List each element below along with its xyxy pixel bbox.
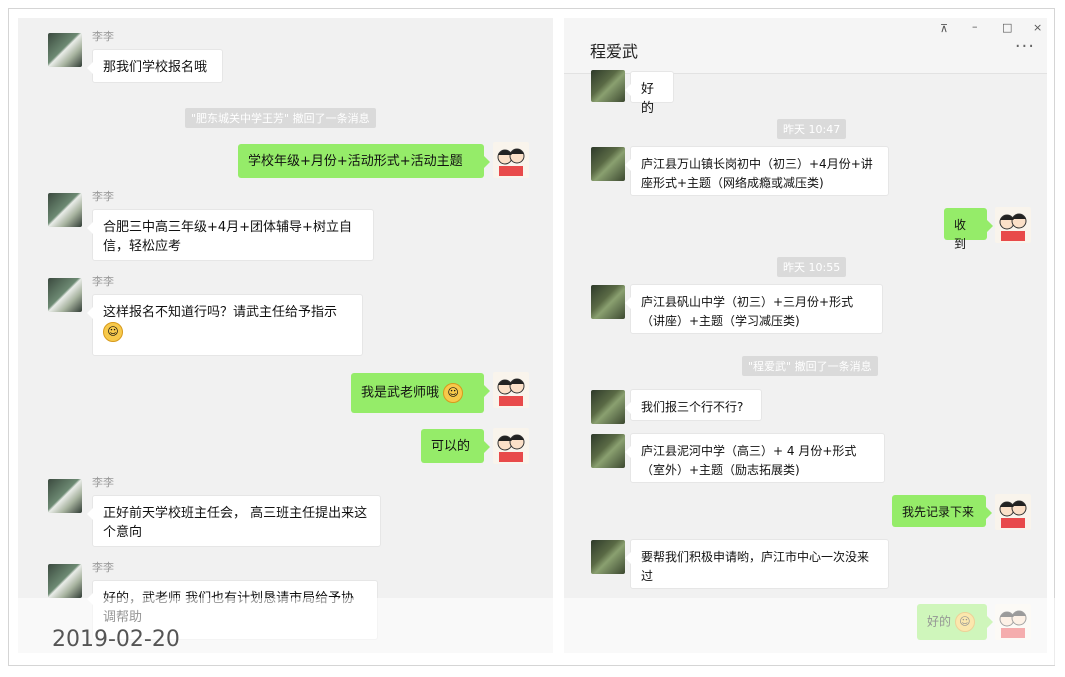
timestamp: 昨天 10:55 bbox=[777, 257, 847, 277]
close-button[interactable]: × bbox=[1033, 21, 1042, 34]
message-bubble[interactable]: 庐江县泥河中学（高三）+ 4 月份+形式（室外）+主题（励志拓展类) bbox=[625, 433, 885, 483]
message-text: 我是武老师哦 bbox=[361, 385, 440, 401]
sender-name: 李李 bbox=[92, 275, 114, 288]
avatar-me[interactable] bbox=[493, 428, 529, 464]
sender-name: 李李 bbox=[92, 476, 114, 489]
avatar-me[interactable] bbox=[995, 207, 1031, 243]
message-bubble[interactable]: 庐江县万山镇长岗初中（初三）+4月份+讲座形式+主题（网络成瘾或减压类) bbox=[625, 146, 889, 196]
message-bubble[interactable]: 庐江县矾山中学（初三）+三月份+形式（讲座）+主题（学习减压类) bbox=[625, 284, 883, 334]
message-bubble[interactable]: 那我们学校报名哦 bbox=[87, 49, 223, 83]
sender-name: 李李 bbox=[92, 30, 114, 43]
system-message: "程爱武" 撤回了一条消息 bbox=[742, 356, 878, 376]
message-bubble-me[interactable]: 我先记录下来 bbox=[892, 495, 992, 527]
more-options-icon[interactable]: ··· bbox=[1015, 36, 1035, 57]
avatar[interactable] bbox=[48, 278, 82, 312]
avatar[interactable] bbox=[48, 33, 82, 67]
face-grin-icon: ☺ bbox=[103, 322, 123, 342]
minimize-button[interactable]: – bbox=[972, 20, 978, 33]
avatar[interactable] bbox=[591, 147, 625, 181]
sender-name: 李李 bbox=[92, 561, 114, 574]
timestamp: 昨天 10:47 bbox=[777, 119, 847, 139]
message-bubble[interactable]: 要帮我们积极申请哟，庐江市中心一次没来过 bbox=[625, 539, 889, 589]
chat-title: 程爱武 bbox=[590, 42, 639, 61]
avatar-me[interactable] bbox=[995, 494, 1031, 530]
avatar-me[interactable] bbox=[493, 372, 529, 408]
right-chat-panel: 程爱武 ··· ⊼ – □ × 好的 昨天 10:47 庐江县万山镇长岗初中（初… bbox=[564, 18, 1047, 653]
date-stamp: 2019-02-20 bbox=[52, 627, 180, 652]
avatar[interactable] bbox=[591, 434, 625, 468]
avatar[interactable] bbox=[48, 564, 82, 598]
avatar[interactable] bbox=[48, 193, 82, 227]
message-bubble-me[interactable]: 学校年级+月份+活动形式+活动主题 bbox=[238, 144, 490, 178]
pin-icon[interactable]: ⊼ bbox=[940, 22, 948, 35]
avatar[interactable] bbox=[591, 540, 625, 574]
sender-name: 李李 bbox=[92, 190, 114, 203]
message-bubble[interactable]: 这样报名不知道行吗？请武主任给予指示 ☺ bbox=[87, 294, 363, 356]
system-message: "肥东城关中学王芳" 撤回了一条消息 bbox=[185, 108, 376, 128]
message-bubble[interactable]: 正好前天学校班主任会， 高三班主任提出来这个意向 bbox=[87, 495, 381, 547]
message-text: 这样报名不知道行吗？请武主任给予指示 bbox=[103, 305, 338, 320]
left-chat-panel: 李李 那我们学校报名哦 "肥东城关中学王芳" 撤回了一条消息 学校年级+月份+活… bbox=[18, 18, 553, 653]
message-bubble[interactable]: 好的 bbox=[625, 71, 674, 116]
message-bubble[interactable]: 我们报三个行不行? bbox=[625, 389, 762, 421]
message-bubble-me[interactable]: 我是武老师哦 ☺ bbox=[351, 373, 490, 413]
avatar-me[interactable] bbox=[493, 142, 529, 178]
message-bubble-me[interactable]: 可以的 bbox=[421, 429, 490, 463]
avatar[interactable] bbox=[591, 70, 625, 102]
avatar[interactable] bbox=[591, 285, 625, 319]
message-bubble[interactable]: 合肥三中高三年级+4月+团体辅导+树立自信，轻松应考 bbox=[87, 209, 374, 261]
maximize-button[interactable]: □ bbox=[1002, 21, 1012, 34]
avatar[interactable] bbox=[48, 479, 82, 513]
face-think-icon: ☺ bbox=[443, 383, 464, 403]
avatar[interactable] bbox=[591, 390, 625, 424]
message-bubble-me[interactable]: 收到 bbox=[944, 208, 993, 251]
